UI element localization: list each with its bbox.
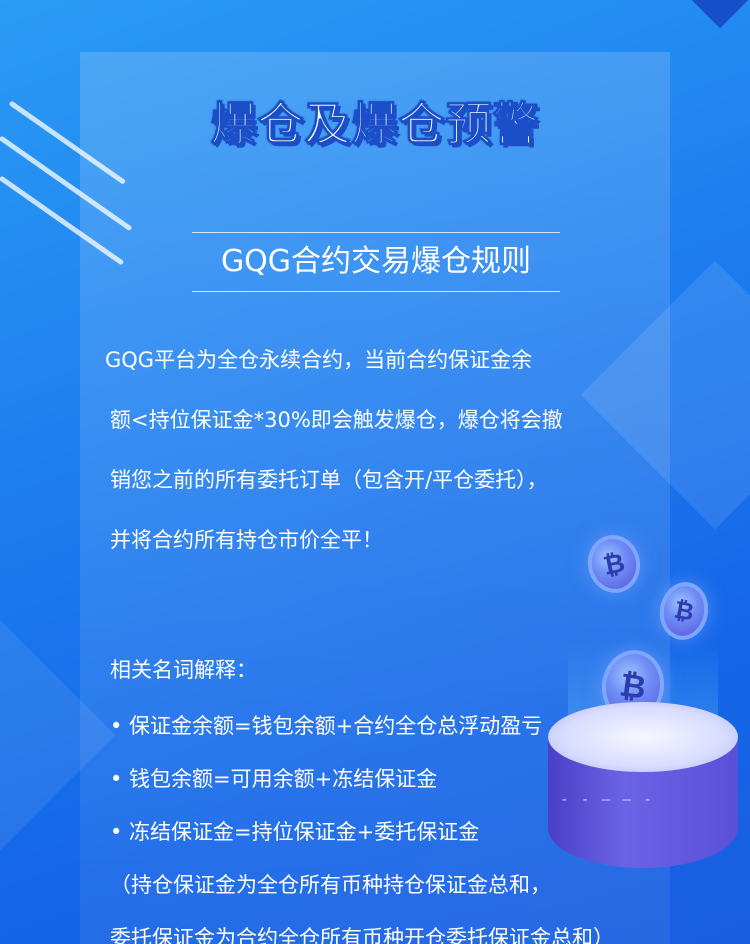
note-line: 委托保证金为合约全仓所有币种开仓委托保证金总和）	[110, 926, 614, 944]
intro-line: 销您之前的所有委托订单（包含开/平仓委托），	[110, 468, 548, 492]
page-title: 爆仓及爆仓预警	[210, 97, 540, 152]
subtitle: GQG合约交易爆仓规则	[220, 244, 532, 279]
podium-lights: - - — — -	[560, 792, 654, 808]
glossary-item: • 保证金余额=钱包余额+合约全仓总浮动盈亏	[110, 714, 543, 738]
intro-line: 并将合约所有持仓市价全平！	[110, 528, 383, 552]
corner-shape	[691, 0, 749, 29]
glossary-item: • 钱包余额=可用余额+冻结保证金	[110, 767, 438, 791]
glossary-heading: 相关名词解释：	[110, 658, 257, 682]
note-line: （持仓保证金为全仓所有币种持仓保证金总和，	[110, 873, 551, 897]
podium-top	[548, 702, 738, 772]
glossary-item: • 冻结保证金=持位保证金+委托保证金	[110, 820, 480, 844]
subtitle-box: GQG合约交易爆仓规则	[192, 232, 560, 292]
intro-line: 额<持位保证金*30%即会触发爆仓，爆仓将会撤	[110, 408, 563, 432]
intro-line: GQG平台为全仓永续合约，当前合约保证金余	[105, 348, 533, 372]
